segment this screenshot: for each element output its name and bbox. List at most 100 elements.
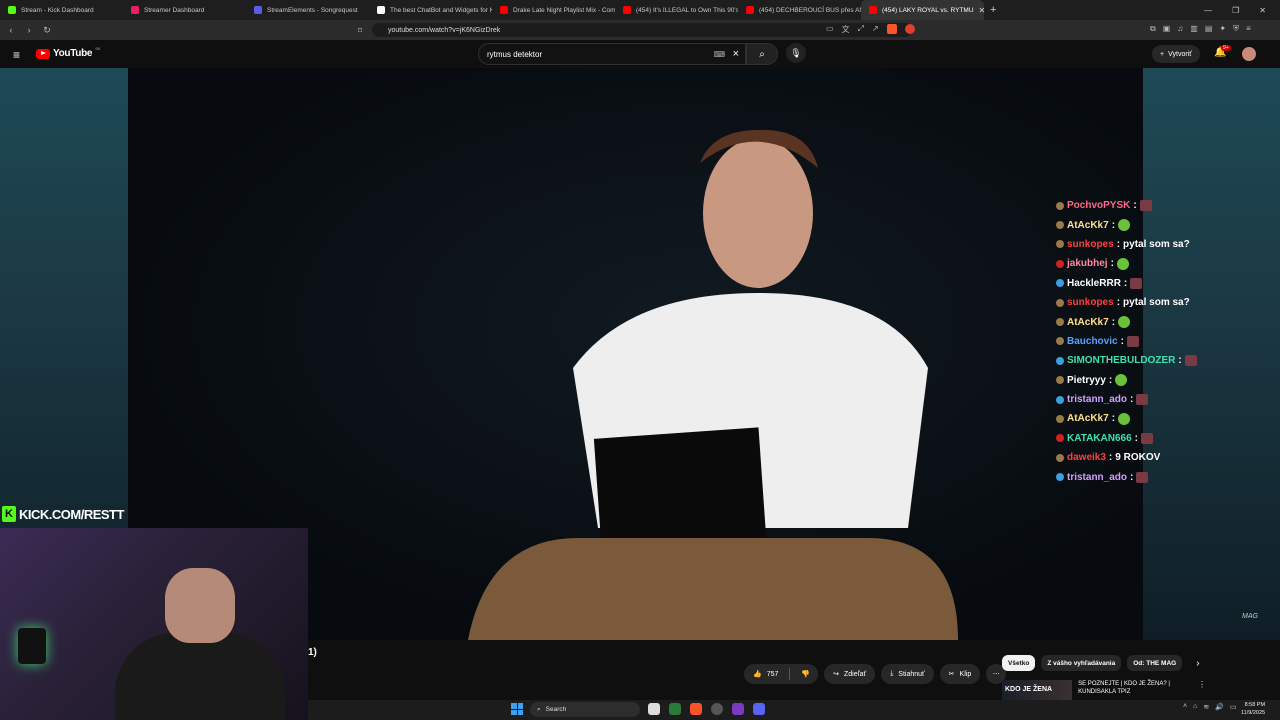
brave-rewards-icon[interactable] bbox=[904, 24, 915, 34]
taskbar-clock[interactable]: 8:58 PM 11/9/2025 bbox=[1241, 701, 1265, 717]
rec-thumbnail[interactable]: KDO JE ŽENA bbox=[1002, 680, 1073, 700]
search-input[interactable]: rytmus detektor ⌨ × bbox=[478, 43, 746, 65]
account-avatar[interactable] bbox=[1242, 47, 1256, 61]
tab-favicon-icon bbox=[131, 6, 139, 14]
chat-message: Pietryyy: bbox=[1056, 371, 1276, 390]
windows-taskbar: ⌕ Search ˄ ⌂ ≋ 🔊 ▭ 8:58 PM 11/9/2025 bbox=[308, 700, 1280, 720]
bookmark-icon[interactable]: ⌑ bbox=[358, 26, 362, 35]
chat-separator: : bbox=[1111, 219, 1116, 231]
volume-icon[interactable]: 🔊 bbox=[1215, 703, 1224, 711]
chat-message: KATAKAN666: bbox=[1056, 429, 1276, 448]
reload-icon[interactable]: ↻ bbox=[40, 25, 54, 36]
browser-tab[interactable]: (454) LAKY ROYAL vs. RYTMU ✕ bbox=[861, 0, 984, 20]
create-label: Vytvoriť bbox=[1168, 50, 1192, 58]
menu-icon[interactable]: ≡ bbox=[1246, 24, 1251, 34]
twitch-icon[interactable] bbox=[732, 703, 744, 715]
close-window-icon[interactable]: ✕ bbox=[1259, 6, 1266, 15]
obs-icon[interactable] bbox=[711, 703, 723, 715]
media-icon[interactable]: ▣ bbox=[1163, 24, 1171, 34]
chip-all[interactable]: Všetko bbox=[1002, 655, 1036, 671]
dislike-icon[interactable]: 👎 bbox=[795, 670, 818, 678]
zoom-icon[interactable]: ⤢ bbox=[858, 24, 864, 35]
related-chips: Všetko Z vášho vyhľadávania Od: THE MAG … bbox=[1002, 655, 1200, 671]
minimize-icon[interactable]: — bbox=[1204, 6, 1212, 15]
tab-label: Drake Late Night Playlist Mix - Comp bbox=[513, 6, 615, 14]
search-icon: ⌕ bbox=[537, 705, 541, 713]
chat-username: jakubhej bbox=[1067, 258, 1108, 270]
rec-title[interactable]: SE POZNEJTE | KDO JE ŽENA? | KUNDISAKLA … bbox=[1078, 680, 1202, 700]
create-button[interactable]: + Vytvoriť bbox=[1152, 45, 1200, 63]
chat-separator: : bbox=[1178, 355, 1182, 367]
sidebar-icon[interactable]: ▥ bbox=[1190, 24, 1198, 34]
channel-watermark: MAG bbox=[1242, 613, 1258, 620]
share-icon: ↪ bbox=[833, 671, 839, 678]
like-count[interactable]: 757 bbox=[767, 671, 779, 678]
music-icon[interactable]: ♫ bbox=[1177, 24, 1183, 34]
discord-icon[interactable] bbox=[753, 703, 765, 715]
chat-message: jakubhej: bbox=[1056, 254, 1276, 273]
battery-icon[interactable]: ▭ bbox=[1230, 703, 1237, 711]
guide-menu-icon[interactable]: ≡ bbox=[13, 48, 20, 62]
chat-badge-icon bbox=[1056, 201, 1064, 210]
rec-menu-icon[interactable]: ⋮ bbox=[1198, 680, 1206, 689]
webcam-overlay bbox=[0, 528, 308, 720]
chat-badge-icon bbox=[1056, 221, 1064, 230]
tab-favicon-icon bbox=[8, 6, 16, 14]
youtube-logo[interactable]: YouTube SK bbox=[36, 46, 101, 59]
clip-button[interactable]: ✂ Klip bbox=[939, 664, 981, 684]
back-icon[interactable]: ‹ bbox=[4, 25, 18, 35]
like-icon[interactable]: 👍 bbox=[753, 670, 762, 678]
brave-shield-icon[interactable] bbox=[886, 24, 897, 34]
chat-emote-icon bbox=[1126, 335, 1139, 347]
file-explorer-icon[interactable] bbox=[648, 703, 660, 715]
chat-username: daweik3 bbox=[1067, 452, 1106, 464]
browser-tab[interactable]: The best ChatBot and Widgets for K bbox=[369, 0, 492, 20]
network-icon[interactable]: ⌂ bbox=[1193, 703, 1197, 711]
chat-message: SIMONTHEBULDOZER: bbox=[1056, 351, 1276, 370]
chat-emote-icon bbox=[1116, 257, 1129, 270]
chat-separator: : bbox=[1108, 374, 1113, 386]
vpn-icon[interactable]: ⛨ bbox=[1233, 24, 1239, 34]
cast-icon[interactable]: ▭ bbox=[826, 24, 834, 35]
brave-browser-icon[interactable] bbox=[690, 703, 702, 715]
browser-tab[interactable]: (454) It's ILLEGAL to Own This 90's H bbox=[615, 0, 738, 20]
clear-search-icon[interactable]: × bbox=[733, 48, 739, 60]
share-button[interactable]: ↪ Zdieľať bbox=[824, 664, 876, 684]
chip-from-channel[interactable]: Od: THE MAG bbox=[1127, 655, 1183, 671]
extensions-icon[interactable]: ⧉ bbox=[1150, 24, 1156, 34]
chat-emote-icon bbox=[1136, 394, 1149, 406]
terminal-icon[interactable] bbox=[669, 703, 681, 715]
windows-start-icon[interactable] bbox=[511, 703, 523, 715]
browser-tab[interactable]: Drake Late Night Playlist Mix - Comp bbox=[492, 0, 615, 20]
wifi-icon[interactable]: ≋ bbox=[1203, 703, 1209, 711]
tab-favicon-icon bbox=[623, 6, 631, 14]
forward-icon[interactable]: › bbox=[22, 25, 36, 35]
taskbar-search[interactable]: ⌕ Search bbox=[530, 702, 640, 717]
tab-favicon-icon bbox=[377, 6, 385, 14]
share-page-icon[interactable]: ↗ bbox=[872, 24, 879, 35]
leo-icon[interactable]: ✦ bbox=[1219, 24, 1226, 34]
chip-from-search[interactable]: Z vášho vyhľadávania bbox=[1041, 655, 1122, 671]
browser-tab[interactable]: Streamer Dashboard bbox=[123, 0, 246, 20]
chat-username: SIMONTHEBULDOZER bbox=[1067, 355, 1176, 367]
maximize-icon[interactable]: ❐ bbox=[1232, 6, 1239, 15]
wallet-icon[interactable]: ▤ bbox=[1205, 24, 1213, 34]
download-button[interactable]: ⤓ Stiahnuť bbox=[881, 664, 934, 684]
recommended-video[interactable]: KDO JE ŽENA SE POZNEJTE | KDO JE ŽENA? |… bbox=[1002, 680, 1206, 700]
below-video-area: 1) 👍 757 👎 ↪ Zdieľať ⤓ Stiahnuť ✂ Klip ⋯… bbox=[308, 640, 1280, 700]
chat-separator: : bbox=[1111, 413, 1116, 425]
chat-emote-icon bbox=[1140, 432, 1153, 444]
chat-username: AtAcKk7 bbox=[1067, 316, 1109, 328]
browser-tab[interactable]: StreamElements - Songrequest bbox=[246, 0, 369, 20]
chat-message: AtAcKk7: bbox=[1056, 215, 1276, 234]
tab-label: (454) It's ILLEGAL to Own This 90's H bbox=[636, 6, 738, 14]
new-tab-button[interactable]: + bbox=[984, 4, 1002, 16]
voice-search-button[interactable]: 🎙 bbox=[786, 43, 806, 63]
chevron-right-icon[interactable]: › bbox=[1196, 658, 1199, 669]
search-button[interactable]: ⌕ bbox=[746, 43, 778, 65]
tray-chevron-icon[interactable]: ˄ bbox=[1183, 703, 1187, 711]
browser-tab[interactable]: Stream - Kick Dashboard bbox=[0, 0, 123, 20]
translate-icon[interactable]: 文 bbox=[842, 24, 850, 35]
browser-tab[interactable]: (454) DECHBEROUCÍ BUS přes ANDY bbox=[738, 0, 861, 20]
keyboard-icon[interactable]: ⌨ bbox=[713, 50, 725, 59]
